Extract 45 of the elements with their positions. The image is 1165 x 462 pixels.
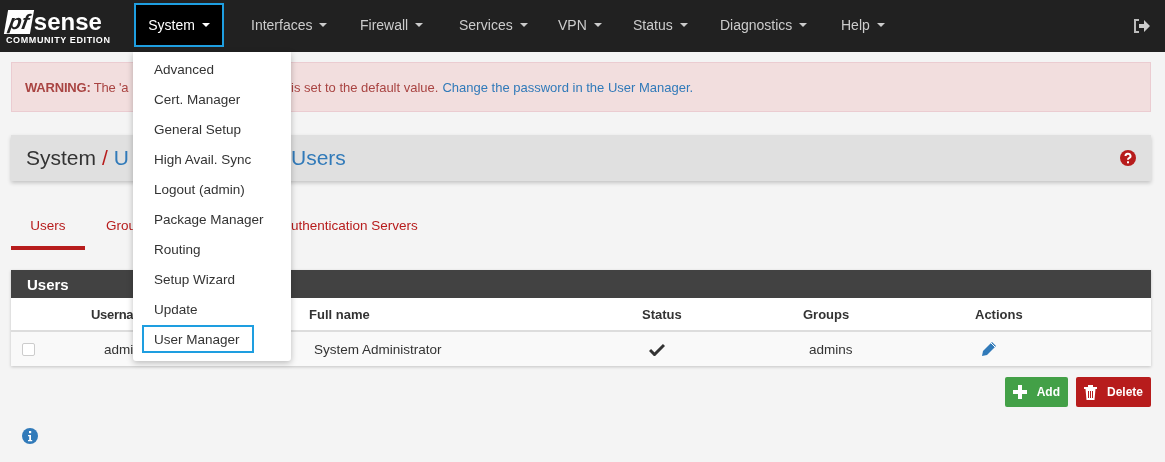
logo-mark: pf [3, 10, 34, 34]
table-cell-text: System Administrator [313, 341, 442, 357]
menu-item[interactable]: Logout (admin) [142, 175, 282, 203]
trash-icon [1083, 384, 1097, 400]
table-cell-text: admins [808, 341, 853, 357]
nav-menu[interactable]: Status [616, 3, 698, 47]
warning-text: is set to the default value. [291, 79, 439, 95]
nav-menu[interactable]: Services [442, 3, 536, 47]
help-icon[interactable] [1120, 150, 1136, 166]
tab[interactable]: uthentication Servers [291, 205, 418, 250]
logo-edition: COMMUNITY EDITION [6, 35, 112, 45]
logo-wordmark: sense [33, 10, 102, 34]
breadcrumb-link[interactable]: Users [291, 146, 346, 170]
menu-item[interactable]: User Manager [142, 325, 254, 353]
menu-item[interactable]: Routing [142, 235, 282, 263]
pencil-icon[interactable] [981, 341, 997, 357]
nav-menu[interactable]: Interfaces [234, 3, 338, 47]
breadcrumb-root: System [26, 146, 96, 170]
nav-menu[interactable]: Help [824, 3, 892, 47]
breadcrumb-separator: / [102, 146, 108, 170]
menu-item[interactable]: General Setup [142, 115, 282, 143]
plus-icon [1012, 385, 1027, 399]
menu-item[interactable]: Cert. Manager [142, 85, 282, 113]
tab[interactable]: Users [11, 205, 85, 250]
nav-menu[interactable]: VPN [541, 3, 611, 47]
menu-item[interactable]: Update [142, 295, 282, 323]
nav-menu[interactable]: Diagnostics [703, 3, 819, 47]
menu-item[interactable]: Setup Wizard [142, 265, 282, 293]
column-header: Status [642, 306, 682, 322]
password-link[interactable]: Change the password in the User Manager. [442, 79, 694, 95]
column-header: Full name [309, 306, 370, 322]
menu-item[interactable]: High Avail. Sync [142, 145, 282, 173]
info-icon[interactable] [22, 428, 38, 444]
row-checkbox[interactable] [22, 342, 35, 356]
warning-text: WARNING: The 'a [25, 79, 129, 95]
column-header: Userna [91, 306, 134, 322]
column-header: Groups [803, 306, 850, 322]
logout-icon[interactable] [1133, 18, 1151, 34]
nav-menu[interactable]: Firewall [343, 3, 437, 47]
column-header: Actions [975, 306, 1023, 322]
delete-button[interactable]: Delete [1075, 377, 1151, 407]
table-cell-text: admi [103, 341, 134, 357]
menu-item[interactable]: Package Manager [142, 205, 282, 233]
nav-menu[interactable]: System [134, 3, 224, 47]
menu-item[interactable]: Advanced [142, 55, 282, 83]
